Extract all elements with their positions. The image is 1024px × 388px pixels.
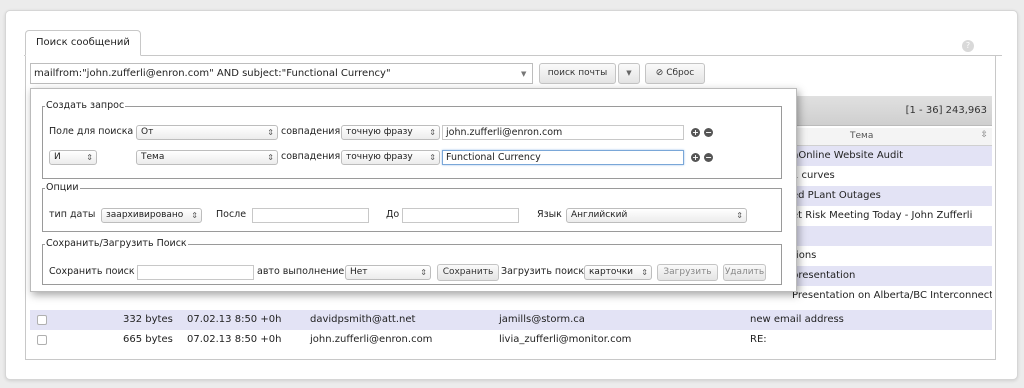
to-cell: jamills@storm.ca: [499, 314, 585, 325]
select-arrow-icon: ⇕: [429, 128, 436, 137]
table-row[interactable]: 665 bytes 07.02.13 8:50 +0h john.zufferl…: [30, 330, 992, 350]
date-type-select[interactable]: заархивировано ⇕: [101, 208, 202, 223]
query-history-dropdown-icon[interactable]: ▼: [521, 70, 526, 78]
subject-cell: RE:: [750, 334, 767, 345]
language-label: Язык: [537, 209, 562, 220]
results-count: [1 - 36] 243,963: [905, 105, 987, 116]
rule1-match-select[interactable]: точную фразу ⇕: [341, 125, 440, 140]
rule1-match-label: совпадения: [281, 126, 341, 137]
options-legend: Опции: [45, 182, 80, 193]
column-header-subject-label: Тема: [850, 131, 874, 141]
language-select[interactable]: Английский ⇕: [566, 208, 747, 223]
column-header-subject[interactable]: Тема ⇳: [792, 128, 992, 146]
select-arrow-icon: ⇕: [429, 153, 436, 162]
after-date-input[interactable]: [252, 208, 369, 223]
rule1-field-select[interactable]: От ⇕: [136, 125, 278, 140]
subject-cell[interactable]: 1 curves: [792, 166, 992, 186]
after-label: После: [216, 209, 247, 220]
load-button[interactable]: Загрузить: [657, 264, 718, 281]
before-date-input[interactable]: [402, 208, 519, 223]
subject-cell[interactable]: ed PLant Outages: [792, 186, 992, 206]
size-cell: 332 bytes: [123, 314, 173, 325]
reset-label: Сброс: [666, 68, 695, 78]
select-arrow-icon: ⇕: [736, 211, 743, 220]
select-arrow-icon: ⇕: [267, 128, 274, 137]
auto-run-select[interactable]: Нет ⇕: [345, 265, 431, 280]
remove-rule-icon[interactable]: −: [704, 128, 713, 137]
create-query-legend: Создать запрос: [45, 100, 126, 111]
load-search-select[interactable]: карточки ⇕: [584, 265, 652, 280]
language-value: Английский: [571, 210, 628, 220]
rule1-value-input[interactable]: john.zufferli@enron.com: [442, 125, 684, 140]
query-input[interactable]: mailfrom:"john.zufferli@enron.com" AND s…: [30, 63, 533, 84]
load-search-value: карточки: [589, 267, 634, 277]
to-cell: livia_zufferli@monitor.com: [499, 334, 632, 345]
rule2-operator-value: И: [54, 152, 61, 162]
subject-cell[interactable]: tions: [792, 246, 992, 266]
rule1-field-value: От: [141, 127, 154, 137]
query-builder-popup: Создать запрос Поле для поиска От ⇕ совпа…: [30, 88, 797, 292]
save-search-input[interactable]: [137, 265, 254, 280]
rule1-match-value: точную фразу: [346, 127, 413, 137]
save-button[interactable]: Сохранить: [437, 264, 499, 281]
sort-icon[interactable]: ⇳: [980, 130, 988, 140]
save-search-label: Сохранить поиск: [49, 266, 135, 277]
rule2-value-input[interactable]: Functional Currency: [442, 150, 684, 165]
select-arrow-icon: ⇕: [420, 268, 427, 277]
select-arrow-icon: ⇕: [641, 268, 648, 277]
rule2-operator-select[interactable]: И ⇕: [49, 150, 97, 165]
results-header-bar: [1 - 36] 243,963: [792, 96, 992, 126]
subject-cell[interactable]: presentation: [792, 266, 992, 286]
row-checkbox[interactable]: [37, 315, 47, 325]
subject-cell[interactable]: et Risk Meeting Today - John Zufferli: [792, 206, 992, 226]
rule2-match-label: совпадения: [281, 151, 341, 162]
options-fieldset: Опции тип даты заархивировано ⇕ После До …: [42, 182, 782, 232]
select-arrow-icon: ⇕: [267, 153, 274, 162]
search-field-label: Поле для поиска: [49, 126, 134, 137]
search-mail-button[interactable]: поиск почты: [539, 63, 616, 84]
date-cell: 07.02.13 8:50 +0h: [187, 334, 282, 345]
before-label: До: [386, 209, 400, 220]
date-type-value: заархивировано: [106, 210, 184, 220]
from-cell: john.zufferli@enron.com: [310, 334, 433, 345]
auto-run-value: Нет: [350, 267, 368, 277]
subject-cell[interactable]: [792, 226, 992, 246]
search-options-dropdown-button[interactable]: ▼: [618, 63, 640, 84]
table-row[interactable]: 332 bytes 07.02.13 8:50 +0h davidpsmith@…: [30, 310, 992, 330]
create-query-fieldset: Создать запрос Поле для поиска От ⇕ совпа…: [42, 100, 782, 179]
add-rule-icon[interactable]: +: [691, 128, 700, 137]
from-cell: davidpsmith@att.net: [310, 314, 416, 325]
select-arrow-icon: ⇕: [191, 211, 198, 220]
date-cell: 07.02.13 8:50 +0h: [187, 314, 282, 325]
subject-cell[interactable]: Presentation on Alberta/BC Interconnect: [792, 286, 992, 306]
tab-message-search[interactable]: Поиск сообщений: [25, 30, 141, 56]
size-cell: 665 bytes: [123, 334, 173, 345]
reset-button[interactable]: ⊘ Сброс: [645, 63, 705, 84]
save-load-fieldset: Сохранить/Загрузить Поиск Сохранить поис…: [42, 238, 782, 285]
rule2-field-value: Тема: [141, 152, 165, 162]
tab-divider: [24, 55, 1002, 56]
save-load-legend: Сохранить/Загрузить Поиск: [45, 238, 188, 249]
date-type-label: тип даты: [49, 209, 96, 220]
rule2-match-select[interactable]: точную фразу ⇕: [341, 150, 440, 165]
select-arrow-icon: ⇕: [86, 153, 93, 162]
rule2-match-value: точную фразу: [346, 152, 413, 162]
reset-icon: ⊘: [655, 68, 667, 78]
row-checkbox[interactable]: [37, 335, 47, 345]
help-icon[interactable]: ?: [962, 40, 974, 52]
add-rule-icon[interactable]: +: [691, 153, 700, 162]
rule2-field-select[interactable]: Тема ⇕: [136, 150, 278, 165]
remove-rule-icon[interactable]: −: [704, 153, 713, 162]
subject-cell[interactable]: nOnline Website Audit: [792, 146, 992, 166]
subject-cell: new email address: [750, 314, 844, 325]
auto-run-label: авто выполнение: [257, 266, 345, 277]
load-search-label: Загрузить поиск: [501, 266, 585, 277]
delete-button[interactable]: Удалить: [723, 264, 766, 281]
